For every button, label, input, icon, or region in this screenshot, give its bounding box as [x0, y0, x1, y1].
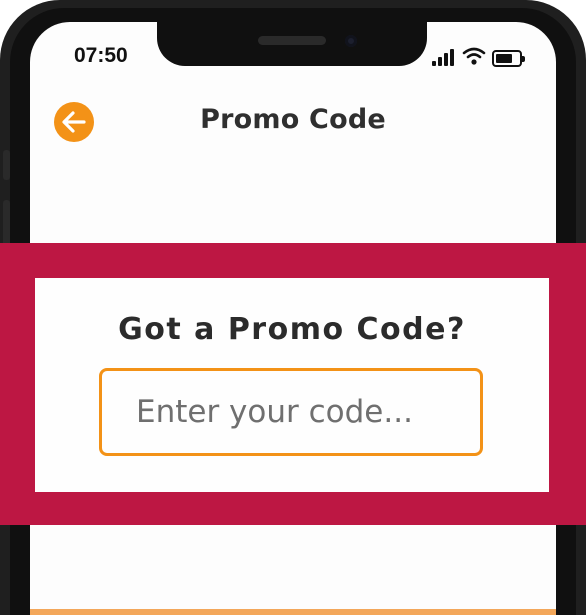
- battery-cap: [522, 56, 525, 62]
- cellular-signal-icon: [432, 48, 456, 66]
- front-camera: [345, 35, 357, 47]
- battery-icon: [492, 50, 522, 67]
- promo-code-input[interactable]: [99, 368, 483, 456]
- notch-speaker: [258, 36, 326, 45]
- wifi-icon: [462, 47, 486, 65]
- status-time: 07:50: [74, 44, 128, 67]
- back-button[interactable]: [54, 102, 94, 142]
- page-title: Promo Code: [200, 104, 386, 135]
- promo-heading: Got a Promo Code?: [118, 312, 466, 347]
- arrow-left-icon: [62, 111, 86, 133]
- phone-side-button: [3, 150, 10, 180]
- bottom-button-edge: [30, 609, 556, 615]
